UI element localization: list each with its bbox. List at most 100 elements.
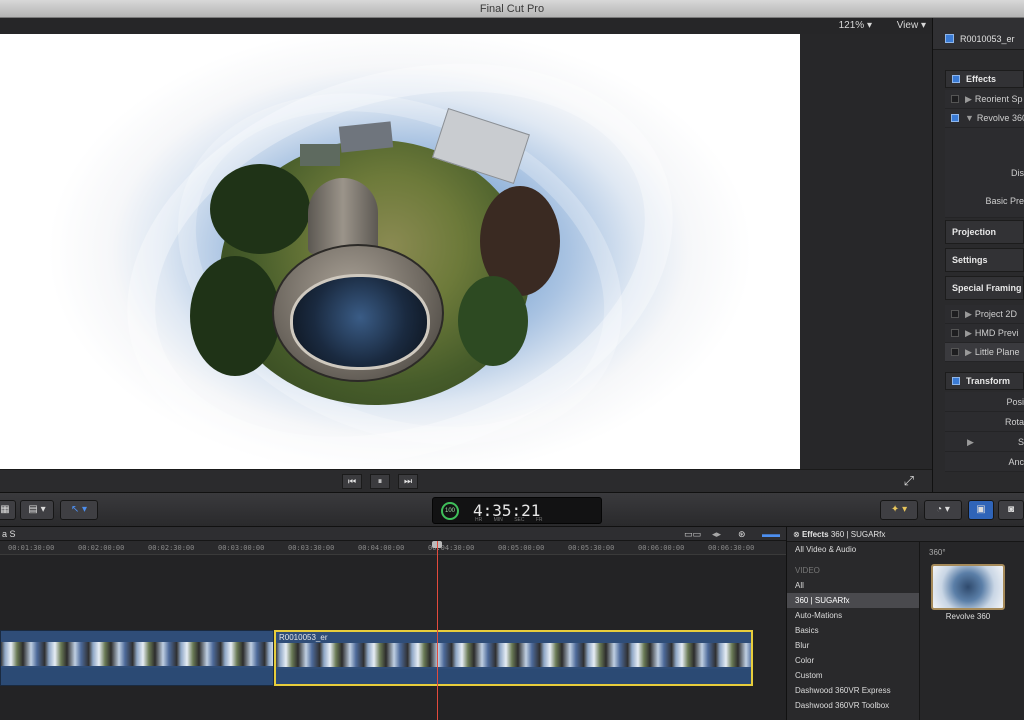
fullscreen-icon[interactable]: ⤢: [904, 473, 914, 489]
effects-section[interactable]: Effects: [945, 70, 1024, 88]
timeline-ruler[interactable]: 00:01:30:00 00:02:00:00 00:02:30:00 00:03:0…: [0, 541, 786, 555]
inspector-toggle-icon[interactable]: ▣: [968, 500, 994, 520]
transform-enable-checkbox[interactable]: [952, 377, 960, 385]
timeline-header: a S ▭▭ ◂▸ ⊛ ▬▬: [0, 527, 786, 541]
tree: [190, 256, 280, 376]
view-menu[interactable]: View ▾: [897, 20, 926, 31]
effects-grid: 360° Revolve 360: [921, 542, 1024, 720]
main-toolbar: ▦ ▤ ▾ ↖ ▾ 100 4:35:21 HR MIN SEC FR ✦ ▾ …: [0, 492, 1024, 527]
effects-browser-header: ⊗ Effects 360 | SUGARfx: [787, 527, 1024, 542]
disclosure-triangle-icon[interactable]: ▶: [965, 328, 972, 338]
special-framing-section[interactable]: Special Framing: [945, 276, 1024, 300]
projection-section[interactable]: Projection: [945, 220, 1024, 244]
effects-enable-checkbox[interactable]: [952, 75, 960, 83]
audio-skimming-icon[interactable]: ▭▭: [684, 527, 701, 541]
effects-list-item[interactable]: All Video & Audio: [787, 542, 919, 557]
clip-filmstrip: [276, 643, 751, 667]
previous-frame-button[interactable]: ⏮: [342, 474, 362, 489]
selected-timeline-clip[interactable]: R0010053_er: [274, 630, 753, 686]
effects-list-item[interactable]: Basics: [787, 623, 919, 638]
ruler-tick-label: 00:01:30:00: [8, 544, 55, 552]
disclosure-triangle-icon[interactable]: ▶: [965, 94, 972, 104]
transform-param: Posi: [945, 392, 1024, 412]
next-frame-button[interactable]: ⏭: [398, 474, 418, 489]
little-planet-image: [190, 106, 570, 406]
transform-param: Rota: [945, 412, 1024, 432]
ruler-tick-label: 00:03:30:00: [288, 544, 335, 552]
close-icon[interactable]: ⊗: [793, 530, 800, 539]
video-frame[interactable]: [0, 34, 800, 469]
framing-checkbox[interactable]: [951, 329, 959, 337]
edit-mode-icon[interactable]: ▤ ▾: [20, 500, 54, 520]
tree: [210, 164, 310, 254]
framing-checkbox[interactable]: [951, 310, 959, 318]
transform-param-row[interactable]: ▶ S: [945, 432, 1024, 452]
effect-checkbox[interactable]: [951, 114, 959, 122]
effects-list-item[interactable]: Auto-Mations: [787, 608, 919, 623]
inspector-clip-name: R0010053_er: [960, 34, 1015, 44]
effects-list-item[interactable]: Blur: [787, 638, 919, 653]
playhead[interactable]: [437, 541, 438, 720]
effects-title: Effects: [801, 530, 829, 539]
disclosure-triangle-icon[interactable]: ▶: [965, 347, 972, 357]
effects-list-item[interactable]: 360 | SUGARfx: [787, 593, 919, 608]
revolve-360-thumbnail[interactable]: [931, 564, 1005, 610]
solo-icon[interactable]: ◂▸: [712, 527, 721, 541]
select-tool-button[interactable]: ↖ ▾: [60, 500, 98, 520]
progress-icon: 100: [441, 502, 459, 520]
effects-list-section: VIDEO: [795, 566, 820, 575]
effects-list-item[interactable]: Color: [787, 653, 919, 668]
clip-icon: [945, 34, 954, 43]
ruler-tick-label: 00:05:00:00: [498, 544, 545, 552]
house: [338, 121, 394, 153]
effect-reorient[interactable]: ▶ Reorient Sp: [945, 90, 1024, 109]
framing-item[interactable]: ▶ Project 2D: [945, 305, 1024, 324]
ruler-tick-label: 00:04:00:00: [358, 544, 405, 552]
effects-list-item[interactable]: Dashwood 360VR Express: [787, 683, 919, 698]
transform-section[interactable]: Transform: [945, 372, 1024, 390]
inspector-header: R0010053_er: [933, 18, 1024, 50]
effect-checkbox[interactable]: [951, 95, 959, 103]
camera-icon[interactable]: ◙: [998, 500, 1024, 520]
framing-item[interactable]: ▶ Little Plane: [945, 343, 1024, 362]
effects-browser: ⊗ Effects 360 | SUGARfx All Video & Audi…: [786, 527, 1024, 720]
retime-icon[interactable]: ◔ ▾: [924, 500, 962, 520]
zoom-popup[interactable]: 121% ▾: [839, 20, 872, 31]
house: [300, 144, 340, 166]
timeline[interactable]: a S ▭▭ ◂▸ ⊛ ▬▬ 00:01:30:00 00:02:00:00 00:…: [0, 527, 786, 720]
framing-item[interactable]: ▶ HMD Previ: [945, 324, 1024, 343]
settings-section[interactable]: Settings: [945, 248, 1024, 272]
camera-pole: [308, 178, 378, 254]
ruler-tick-label: 00:02:00:00: [78, 544, 125, 552]
ruler-tick-label: 00:05:30:00: [568, 544, 615, 552]
clip-audio: [276, 669, 751, 684]
effects-grid-category: 360°: [929, 548, 946, 557]
disclosure-triangle-icon[interactable]: ▼: [965, 113, 974, 123]
framing-checkbox[interactable]: [951, 348, 959, 356]
disclosure-triangle-icon[interactable]: ▶: [965, 309, 972, 319]
clip-view-icon[interactable]: ▬▬: [762, 527, 780, 541]
viewer-margin: [800, 34, 932, 469]
transform-param: Anc: [945, 452, 1024, 472]
effect-revolve[interactable]: ▼ Revolve 360: [945, 109, 1024, 128]
effects-list-item[interactable]: All: [787, 578, 919, 593]
param-label: Dis: [1011, 168, 1024, 178]
clip-filmstrip: [1, 642, 273, 666]
play-pause-button[interactable]: ⏸: [370, 474, 390, 489]
disclosure-triangle-icon[interactable]: ▶: [967, 437, 974, 447]
param-label: Basic Pre: [985, 196, 1024, 206]
ruler-tick-label: 00:06:30:00: [708, 544, 755, 552]
ruler-tick-label: 00:06:00:00: [638, 544, 685, 552]
timeline-clip[interactable]: [0, 630, 274, 686]
effects-list-item[interactable]: Custom: [787, 668, 919, 683]
snapping-icon[interactable]: ⊛: [738, 527, 746, 541]
effects-list-item[interactable]: Dashwood 360VR Toolbox: [787, 698, 919, 713]
effect-params: Dis Basic Pre: [945, 128, 1024, 218]
dashboard-timecode[interactable]: 100 4:35:21 HR MIN SEC FR: [432, 497, 602, 524]
inspector-panel: R0010053_er Effects ▶ Reorient Sp ▼ Revolv…: [932, 18, 1024, 492]
magic-wand-icon[interactable]: ✦ ▾: [880, 500, 918, 520]
camera-body: [272, 244, 444, 382]
clip-appearance-icon[interactable]: ▦: [0, 500, 16, 520]
viewer-header: 121% ▾ View ▾: [0, 18, 932, 34]
viewer: 121% ▾ View ▾ ⏮ ⏸ ⏭ ⤢: [0, 18, 932, 492]
